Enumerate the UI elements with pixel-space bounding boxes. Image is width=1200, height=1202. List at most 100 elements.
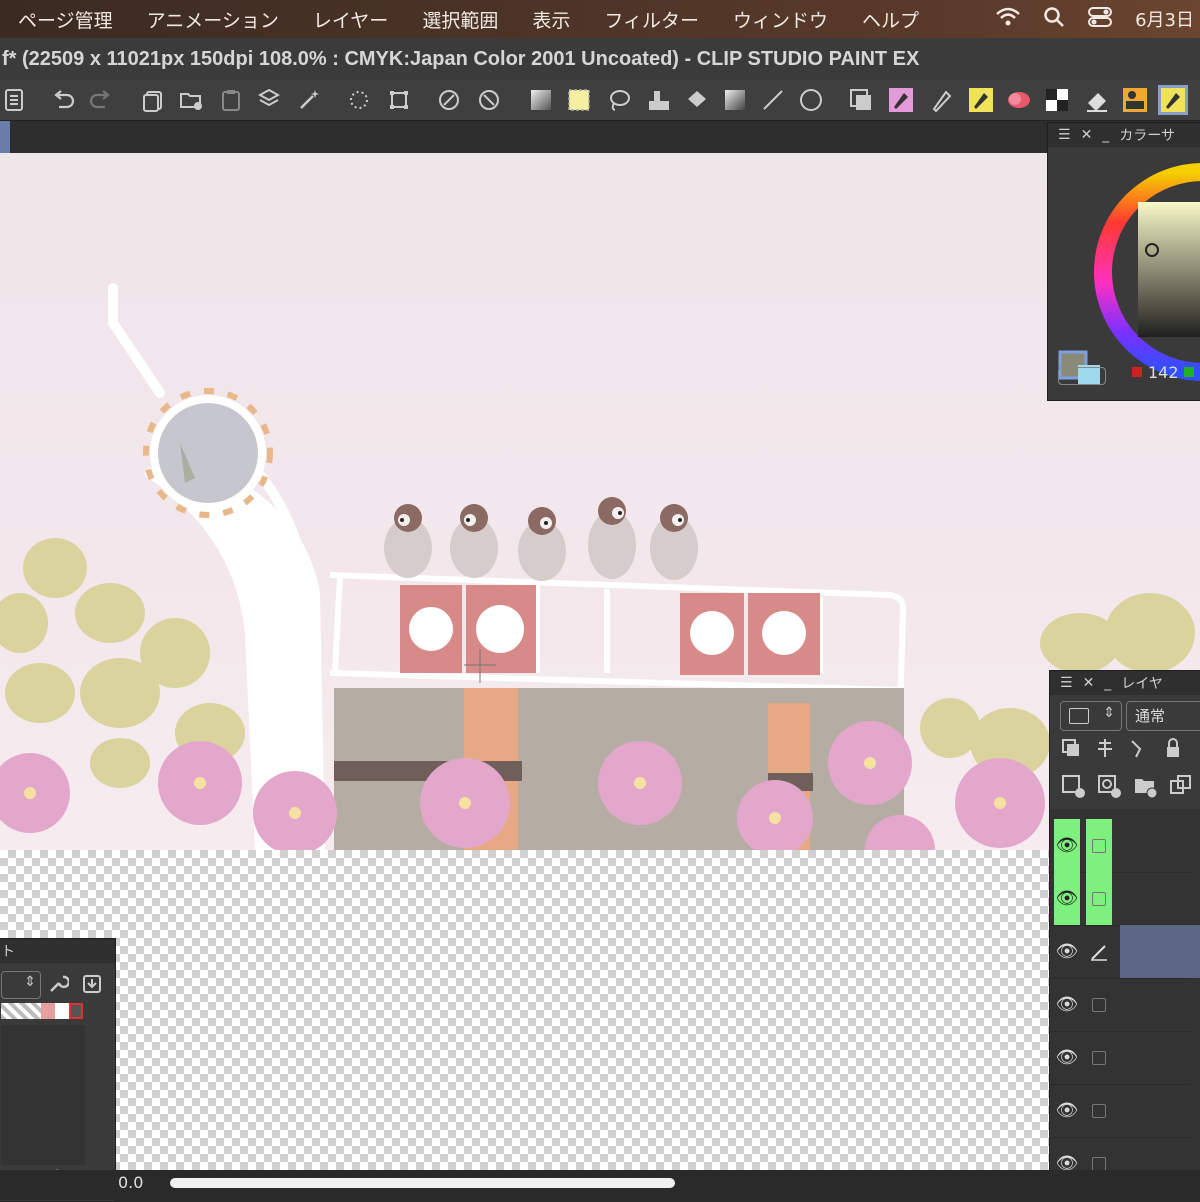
layer-row[interactable]: 👁: [1050, 1031, 1190, 1085]
layer-check[interactable]: [1086, 1031, 1112, 1084]
magic-wand-icon[interactable]: [294, 85, 324, 115]
subtool-select[interactable]: ⇕: [1, 971, 41, 999]
checker-tone-icon[interactable]: [1042, 85, 1072, 115]
command-bar: [0, 80, 1200, 121]
document-tab[interactable]: [0, 121, 10, 153]
redo-icon[interactable]: [86, 85, 116, 115]
crop-icon[interactable]: [384, 85, 414, 115]
undo-icon[interactable]: [48, 85, 78, 115]
watercolor-brush-icon[interactable]: [1004, 85, 1034, 115]
layer-check[interactable]: [1086, 1084, 1112, 1137]
layer-check[interactable]: [1086, 872, 1112, 925]
layer-frame-icon[interactable]: [846, 85, 876, 115]
active-pen-icon[interactable]: [1158, 85, 1188, 115]
eye-icon[interactable]: 👁: [1054, 1084, 1080, 1137]
layer-row[interactable]: 👁: [1050, 819, 1190, 873]
layer-property-select[interactable]: ⇕: [1060, 701, 1122, 731]
color-wheel-panel: ☰ ✕ _ カラーサ 142: [1047, 122, 1200, 401]
menu-filter[interactable]: フィルター: [604, 6, 699, 33]
fill-bucket-icon[interactable]: [682, 85, 712, 115]
new-folder-icon[interactable]: [1132, 773, 1158, 803]
rotate-view-icon[interactable]: [434, 85, 464, 115]
lock-icon[interactable]: [1162, 737, 1184, 763]
menu-window[interactable]: ウィンドウ: [733, 6, 828, 33]
red-channel-icon: [1132, 367, 1142, 377]
eye-icon[interactable]: 👁: [1054, 872, 1080, 925]
menu-help[interactable]: ヘルプ: [862, 6, 919, 33]
red-value[interactable]: 142: [1148, 363, 1179, 382]
horizontal-scrollbar[interactable]: [170, 1178, 675, 1188]
transfer-layer-icon[interactable]: [1168, 773, 1194, 803]
blend-mode-select[interactable]: 通常: [1126, 701, 1200, 731]
menu-layer[interactable]: レイヤー: [313, 6, 388, 33]
canvas-area[interactable]: [0, 153, 1200, 1170]
wrench-icon[interactable]: [47, 973, 71, 999]
transparent-color-icon[interactable]: [1058, 367, 1106, 385]
layer-row[interactable]: 👁: [1050, 1084, 1190, 1138]
layer-row[interactable]: 👁: [1050, 872, 1190, 926]
eye-icon[interactable]: 👁: [1054, 1031, 1080, 1084]
artwork[interactable]: [0, 153, 1200, 850]
layer-check[interactable]: [1086, 978, 1112, 1031]
subtool-panel-title: ト: [1, 944, 15, 960]
layer-row[interactable]: 👁: [1050, 978, 1190, 1032]
document-tabstrip: [0, 121, 1200, 153]
minimize-icon[interactable]: _: [1104, 675, 1111, 691]
panel-menu-icon[interactable]: ☰: [1060, 675, 1073, 691]
close-icon[interactable]: ✕: [1081, 127, 1093, 143]
menu-grid-icon[interactable]: [0, 85, 30, 115]
minimize-icon[interactable]: _: [1102, 127, 1109, 143]
copy-icon[interactable]: [138, 85, 168, 115]
lasso-icon[interactable]: [604, 85, 634, 115]
layer-panel: ☰ ✕ _ レイヤ ⇕ 通常 👁 👁 👁 👁 👁 👁 👁: [1049, 670, 1200, 1191]
selection-dots-icon[interactable]: [344, 85, 374, 115]
new-raster-layer-icon[interactable]: [1060, 773, 1086, 803]
menu-view[interactable]: 表示: [532, 6, 570, 33]
eye-icon[interactable]: 👁: [1054, 925, 1080, 978]
pen-edit-icon: [1086, 925, 1112, 978]
reference-layer-icon[interactable]: [1094, 737, 1116, 763]
rect-selection-icon[interactable]: [564, 85, 594, 115]
zoom-value[interactable]: 0.0: [118, 1173, 143, 1192]
pen-pink-icon[interactable]: [886, 85, 916, 115]
menu-animation[interactable]: アニメーション: [147, 6, 279, 33]
menu-page-management[interactable]: ページ管理: [18, 6, 113, 33]
green-channel-icon: [1184, 367, 1194, 377]
control-center-icon[interactable]: [1087, 6, 1113, 33]
pen-nib-icon[interactable]: [926, 85, 956, 115]
color-wheel[interactable]: [1048, 147, 1200, 397]
flip-view-icon[interactable]: [474, 85, 504, 115]
import-icon[interactable]: [81, 973, 103, 999]
layer-panel-title: レイヤ: [1121, 676, 1163, 692]
decoration-brush-icon[interactable]: [1120, 85, 1150, 115]
close-icon[interactable]: ✕: [1083, 675, 1095, 691]
new-folder-icon[interactable]: [176, 85, 206, 115]
clip-layer-icon[interactable]: [1060, 737, 1082, 763]
spotlight-search-icon[interactable]: [1043, 6, 1065, 33]
pencil-yellow-icon[interactable]: [966, 85, 996, 115]
macos-menubar: ページ管理 アニメーション レイヤー 選択範囲 表示 フィルター ウィンドウ ヘ…: [0, 0, 1200, 38]
line-icon[interactable]: [758, 85, 788, 115]
chevron-updown-icon: ⇕: [24, 974, 36, 990]
menu-selection[interactable]: 選択範囲: [422, 6, 498, 33]
layer-thumbnail-selected[interactable]: [1120, 925, 1200, 978]
status-bar: 0.0: [0, 1170, 1200, 1200]
new-vector-layer-icon[interactable]: [1096, 773, 1122, 803]
eye-icon[interactable]: 👁: [1054, 819, 1080, 872]
wifi-icon[interactable]: [995, 7, 1021, 32]
window-title: f* (22509 x 11021px 150dpi 108.0% : CMYK…: [0, 38, 1200, 80]
menubar-clock[interactable]: 6月3日: [1135, 6, 1194, 32]
selection-pen-icon[interactable]: [644, 85, 674, 115]
layer-check[interactable]: [1086, 819, 1112, 872]
eraser-icon[interactable]: [1082, 85, 1112, 115]
ellipse-icon[interactable]: [796, 85, 826, 115]
eye-icon[interactable]: 👁: [1054, 978, 1080, 1031]
transform-icon[interactable]: [254, 85, 284, 115]
gradient-square-icon[interactable]: [526, 85, 556, 115]
paste-icon[interactable]: [216, 85, 246, 115]
swatch-row[interactable]: [1, 1003, 85, 1019]
tone-gradient-icon[interactable]: [720, 85, 750, 115]
layer-row-active[interactable]: 👁: [1050, 925, 1200, 979]
draft-layer-icon[interactable]: [1128, 737, 1150, 763]
panel-menu-icon[interactable]: ☰: [1058, 127, 1071, 143]
